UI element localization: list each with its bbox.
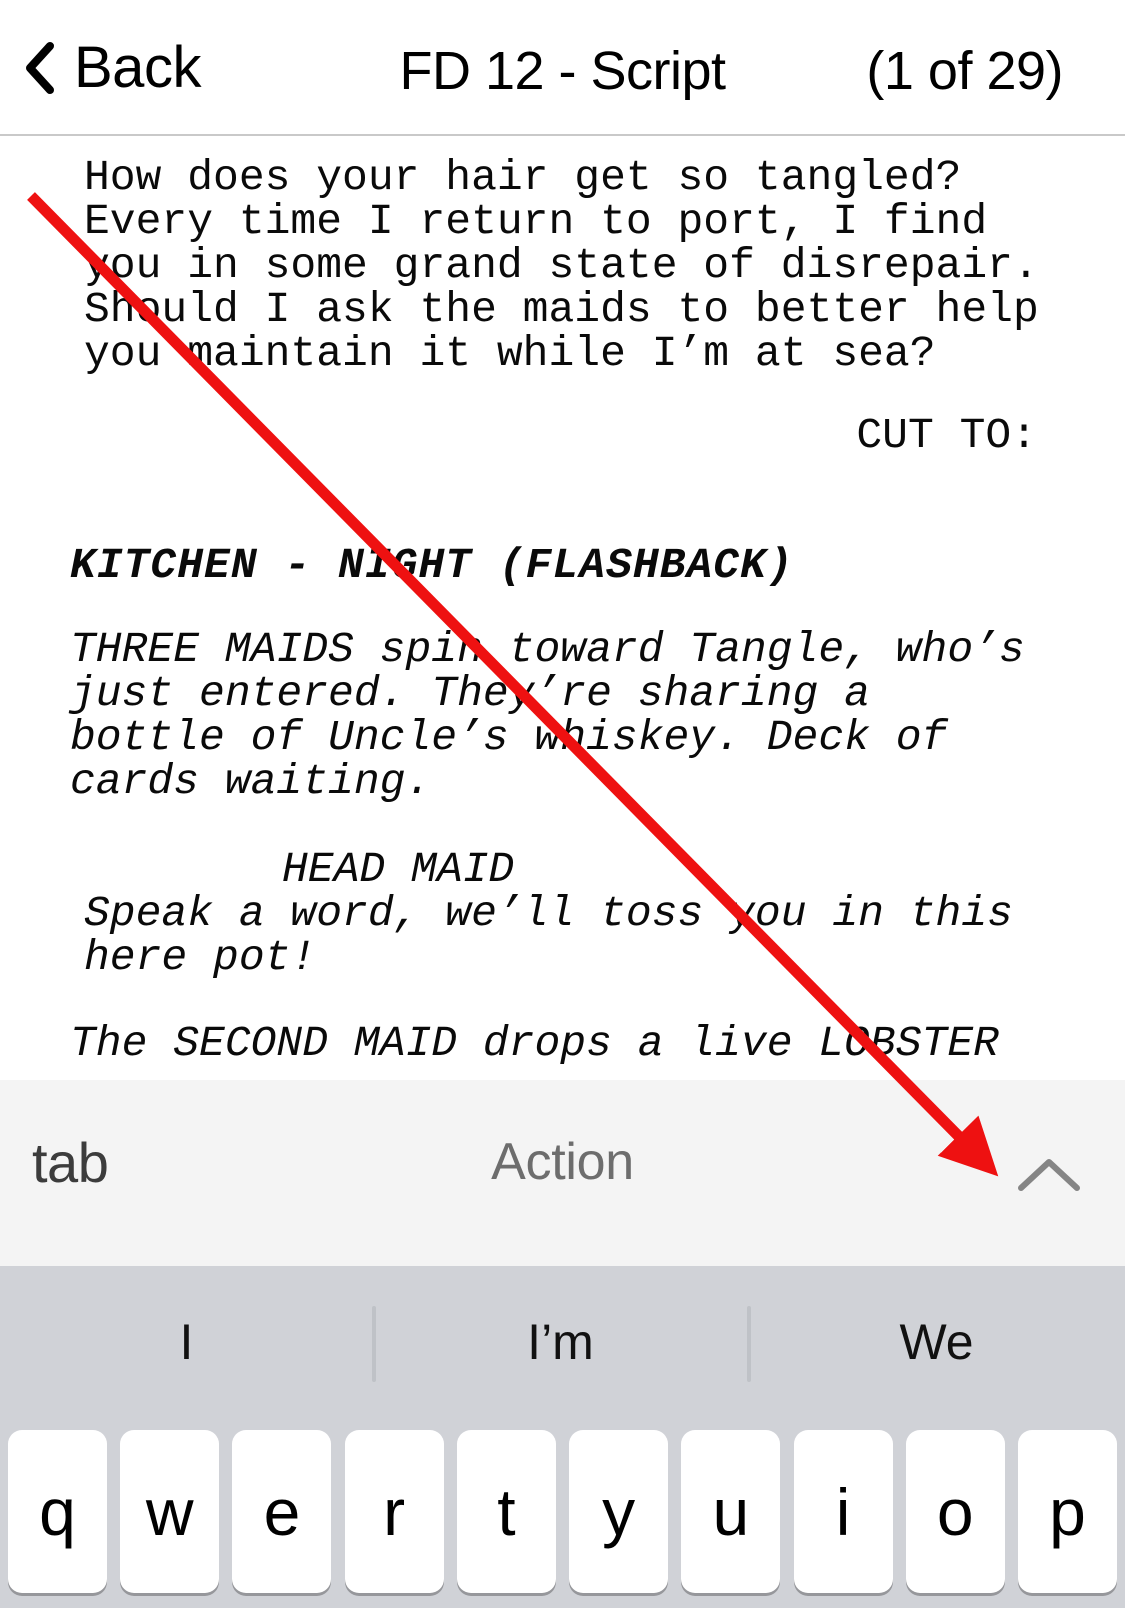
on-screen-keyboard: I I’m We qwertyuiop (0, 1266, 1125, 1608)
predictive-suggestion-bar: I I’m We (0, 1266, 1125, 1418)
suggestion-item[interactable]: I (0, 1266, 373, 1418)
keyboard-top-row: qwertyuiop (0, 1418, 1125, 1608)
element-type-selector[interactable]: Action (0, 1132, 1125, 1192)
keyboard-key-o[interactable]: o (905, 1430, 1005, 1593)
suggestion-item[interactable]: I’m (373, 1266, 748, 1418)
script-dialogue-block[interactable]: How does your hair get so tangled? Every… (84, 156, 1039, 376)
keyboard-key-w[interactable]: w (120, 1430, 220, 1593)
keyboard-key-q[interactable]: q (8, 1430, 107, 1593)
navigation-bar: Back FD 12 - Script (1 of 29) (0, 0, 1125, 136)
keyboard-key-y[interactable]: y (569, 1430, 669, 1593)
keyboard-key-p[interactable]: p (1018, 1430, 1117, 1593)
script-scene-heading[interactable]: KITCHEN - NIGHT (FLASHBACK) (70, 544, 794, 588)
script-character-name[interactable]: HEAD MAID (282, 848, 514, 892)
script-text-area[interactable]: How does your hair get so tangled? Every… (0, 138, 1125, 1080)
suggestion-item[interactable]: We (748, 1266, 1125, 1418)
suggestion-divider (372, 1306, 376, 1382)
suggestion-divider (747, 1306, 751, 1382)
keyboard-key-r[interactable]: r (344, 1430, 444, 1593)
chevron-up-icon[interactable] (1011, 1146, 1087, 1202)
script-element-toolbar: tab Action (0, 1080, 1125, 1266)
script-transition[interactable]: CUT TO: (856, 414, 1037, 458)
keyboard-key-e[interactable]: e (232, 1430, 332, 1593)
keyboard-key-i[interactable]: i (793, 1430, 893, 1593)
script-action-block-2[interactable]: The SECOND MAID drops a live LOBSTER (70, 1022, 999, 1066)
keyboard-key-t[interactable]: t (456, 1430, 556, 1593)
page-counter: (1 of 29) (866, 41, 1063, 101)
script-dialogue-block-2[interactable]: Speak a word, we’ll toss you in this her… (84, 892, 1013, 980)
script-action-block[interactable]: THREE MAIDS spin toward Tangle, who’s ju… (70, 628, 1025, 804)
script-editor-screen: Back FD 12 - Script (1 of 29) How does y… (0, 0, 1125, 1608)
keyboard-key-u[interactable]: u (681, 1430, 781, 1593)
